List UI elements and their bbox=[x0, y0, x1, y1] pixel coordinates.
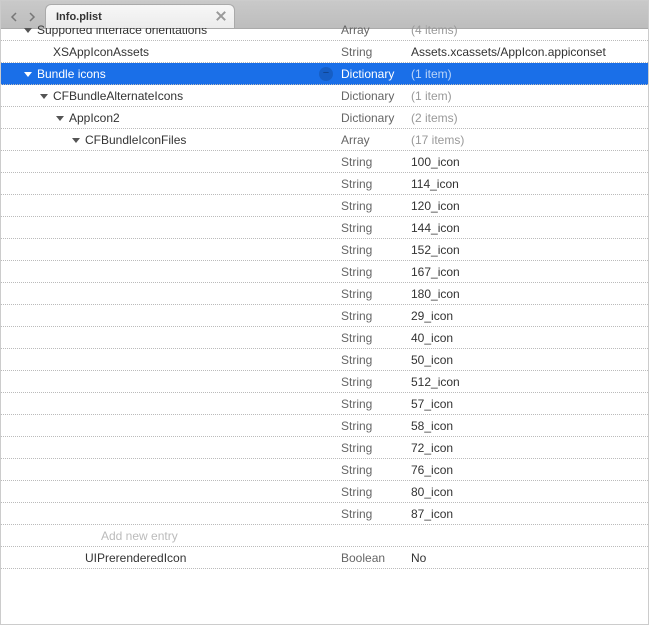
plist-value: 100_icon bbox=[411, 155, 648, 169]
plist-row[interactable]: String144_icon bbox=[1, 217, 648, 239]
plist-table: Supported interface orientationsArray(4 … bbox=[1, 19, 648, 569]
plist-type: String bbox=[341, 45, 411, 59]
disclosure-triangle-icon[interactable] bbox=[23, 69, 33, 79]
add-new-entry-placeholder[interactable]: Add new entry bbox=[101, 529, 178, 543]
plist-value: 58_icon bbox=[411, 419, 648, 433]
plist-value: (1 item) bbox=[411, 67, 648, 81]
plist-type: String bbox=[341, 265, 411, 279]
disclosure-triangle-icon[interactable] bbox=[39, 91, 49, 101]
plist-key: Bundle icons bbox=[37, 67, 106, 81]
plist-value: 50_icon bbox=[411, 353, 648, 367]
plist-row[interactable]: String50_icon bbox=[1, 349, 648, 371]
plist-key: AppIcon2 bbox=[69, 111, 120, 125]
disclosure-triangle-icon[interactable] bbox=[23, 25, 33, 35]
plist-row-selected[interactable]: Bundle icons −Dictionary(1 item) bbox=[1, 63, 648, 85]
plist-value: (2 items) bbox=[411, 111, 648, 125]
plist-type: Boolean bbox=[341, 551, 411, 565]
plist-type: String bbox=[341, 419, 411, 433]
editor-tab[interactable]: Info.plist bbox=[45, 4, 235, 28]
plist-value: 120_icon bbox=[411, 199, 648, 213]
plist-value: 152_icon bbox=[411, 243, 648, 257]
plist-row[interactable]: String40_icon bbox=[1, 327, 648, 349]
plist-row[interactable]: String80_icon bbox=[1, 481, 648, 503]
plist-value: 512_icon bbox=[411, 375, 648, 389]
plist-type: String bbox=[341, 221, 411, 235]
plist-row[interactable]: String58_icon bbox=[1, 415, 648, 437]
plist-key: CFBundleIconFiles bbox=[85, 133, 186, 147]
plist-value: 80_icon bbox=[411, 485, 648, 499]
plist-type: Array bbox=[341, 133, 411, 147]
plist-value: 76_icon bbox=[411, 463, 648, 477]
plist-value: 144_icon bbox=[411, 221, 648, 235]
plist-type: String bbox=[341, 441, 411, 455]
plist-type: Array bbox=[341, 23, 411, 37]
plist-type: Dictionary bbox=[341, 89, 411, 103]
plist-type: String bbox=[341, 375, 411, 389]
plist-value: (4 items) bbox=[411, 23, 648, 37]
plist-value: (17 items) bbox=[411, 133, 648, 147]
plist-row[interactable]: String152_icon bbox=[1, 239, 648, 261]
plist-row[interactable]: String100_icon bbox=[1, 151, 648, 173]
disclosure-triangle-icon[interactable] bbox=[55, 113, 65, 123]
plist-type: Dictionary bbox=[341, 111, 411, 125]
tab-title: Info.plist bbox=[56, 11, 102, 23]
plist-row[interactable]: String512_icon bbox=[1, 371, 648, 393]
plist-row[interactable]: CFBundleIconFiles Array(17 items) bbox=[1, 129, 648, 151]
plist-value: 29_icon bbox=[411, 309, 648, 323]
plist-type: String bbox=[341, 353, 411, 367]
plist-type: String bbox=[341, 331, 411, 345]
plist-row[interactable]: String76_icon bbox=[1, 459, 648, 481]
plist-type: String bbox=[341, 287, 411, 301]
plist-value: 57_icon bbox=[411, 397, 648, 411]
plist-row[interactable]: String57_icon bbox=[1, 393, 648, 415]
plist-value: 87_icon bbox=[411, 507, 648, 521]
plist-row[interactable]: UIPrerenderedIcon BooleanNo bbox=[1, 547, 648, 569]
disclosure-triangle-icon[interactable] bbox=[71, 135, 81, 145]
plist-row[interactable]: String167_icon bbox=[1, 261, 648, 283]
plist-value: 40_icon bbox=[411, 331, 648, 345]
plist-key: UIPrerenderedIcon bbox=[85, 551, 186, 565]
plist-key: CFBundleAlternateIcons bbox=[53, 89, 183, 103]
close-icon[interactable] bbox=[214, 9, 228, 23]
remove-icon[interactable]: − bbox=[319, 67, 333, 81]
plist-type: String bbox=[341, 177, 411, 191]
plist-type: String bbox=[341, 199, 411, 213]
plist-row[interactable]: String180_icon bbox=[1, 283, 648, 305]
plist-row[interactable]: String120_icon bbox=[1, 195, 648, 217]
plist-value: (1 item) bbox=[411, 89, 648, 103]
plist-type: String bbox=[341, 155, 411, 169]
plist-row[interactable]: CFBundleAlternateIcons Dictionary(1 item) bbox=[1, 85, 648, 107]
plist-type: String bbox=[341, 463, 411, 477]
plist-type: String bbox=[341, 397, 411, 411]
plist-type: String bbox=[341, 243, 411, 257]
plist-row[interactable]: String114_icon bbox=[1, 173, 648, 195]
plist-row[interactable]: XSAppIconAssets StringAssets.xcassets/App… bbox=[1, 41, 648, 63]
plist-value: 180_icon bbox=[411, 287, 648, 301]
plist-type: Dictionary bbox=[341, 67, 411, 81]
plist-row[interactable]: String87_icon bbox=[1, 503, 648, 525]
plist-value: Assets.xcassets/AppIcon.appiconset bbox=[411, 45, 648, 59]
plist-row[interactable]: Add new entry bbox=[1, 525, 648, 547]
plist-type: String bbox=[341, 309, 411, 323]
plist-value: No bbox=[411, 551, 648, 565]
plist-row[interactable]: String29_icon bbox=[1, 305, 648, 327]
plist-value: 72_icon bbox=[411, 441, 648, 455]
plist-row[interactable]: AppIcon2 Dictionary(2 items) bbox=[1, 107, 648, 129]
plist-value: 167_icon bbox=[411, 265, 648, 279]
plist-row[interactable]: String72_icon bbox=[1, 437, 648, 459]
plist-type: String bbox=[341, 485, 411, 499]
plist-type: String bbox=[341, 507, 411, 521]
plist-value: 114_icon bbox=[411, 177, 648, 191]
plist-key: XSAppIconAssets bbox=[53, 45, 149, 59]
